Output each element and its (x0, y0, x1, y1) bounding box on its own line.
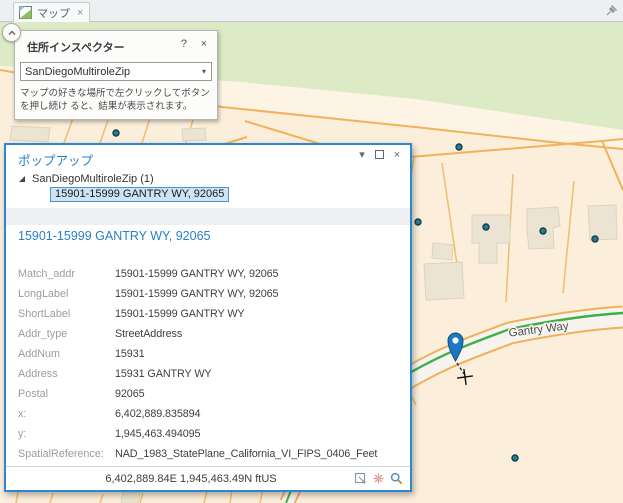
tab-close-icon[interactable]: × (77, 7, 83, 19)
popup-divider-band (6, 208, 410, 225)
popup-title: ポップアップ (18, 150, 93, 169)
select-extent-icon[interactable] (354, 472, 367, 485)
field-value: 1,945,463.494095 (115, 428, 200, 440)
close-icon[interactable]: × (201, 38, 207, 50)
chevron-down-icon: ▾ (197, 67, 211, 76)
field-value: 92065 (115, 388, 145, 400)
field-label: y: (18, 428, 115, 440)
table-row: Match_addr 15901-15999 GANTRY WY, 92065 (18, 264, 410, 284)
field-label: Match_addr (18, 268, 115, 280)
chevron-up-icon (6, 27, 18, 39)
coordinates-readout: 6,402,889.84E 1,945,463.49N ftUS (66, 473, 316, 485)
table-row: y: 1,945,463.494095 (18, 424, 410, 444)
field-value: 15901-15999 GANTRY WY (115, 308, 245, 320)
table-row: Postal 92065 (18, 384, 410, 404)
tab-map-label: マップ (37, 5, 70, 21)
field-label: SpatialReference: (18, 448, 115, 460)
field-value: 15931 GANTRY WY (115, 368, 212, 380)
field-value: 15901-15999 GANTRY WY, 92065 (115, 268, 278, 280)
map-tab-icon (19, 6, 32, 19)
field-label: LongLabel (18, 288, 115, 300)
field-value: StreetAddress (115, 328, 182, 340)
popup-result-heading: 15901-15999 GANTRY WY, 92065 (18, 229, 211, 243)
attribute-table: Match_addr 15901-15999 GANTRY WY, 92065 … (18, 264, 410, 464)
table-row: LongLabel 15901-15999 GANTRY WY, 92065 (18, 284, 410, 304)
address-inspector-title: 住所インスペクター (27, 39, 125, 55)
field-label: ShortLabel (18, 308, 115, 320)
field-label: x: (18, 408, 115, 420)
address-inspector-panel: 住所インスペクター ? × SanDiegoMultiroleZip ▾ マップ… (14, 30, 218, 120)
table-row: ShortLabel 15901-15999 GANTRY WY (18, 304, 410, 324)
field-label: Addr_type (18, 328, 115, 340)
collapse-panel-button[interactable] (2, 23, 21, 42)
field-value: 6,402,889.835894 (115, 408, 200, 420)
locator-dropdown[interactable]: SanDiegoMultiroleZip ▾ (20, 62, 212, 81)
table-row: SpatialReference: NAD_1983_StatePlane_Ca… (18, 444, 410, 464)
table-row: Address 15931 GANTRY WY (18, 364, 410, 384)
field-label: Postal (18, 388, 115, 400)
popup-close-icon[interactable]: × (390, 149, 404, 161)
table-row: Addr_type StreetAddress (18, 324, 410, 344)
hint-line-2: ると、結果が表示されます。 (70, 101, 192, 112)
tree-selected-item[interactable]: 15901-15999 GANTRY WY, 92065 (50, 187, 229, 202)
field-label: AddNum (18, 348, 115, 360)
help-icon[interactable]: ? (181, 38, 187, 50)
popup-menu-icon[interactable]: ▾ (355, 148, 369, 161)
popup-maximize-icon[interactable] (375, 150, 384, 159)
pushpin-icon[interactable] (605, 4, 618, 17)
zoom-to-icon[interactable] (390, 472, 403, 485)
popup-tree-group[interactable]: SanDiegoMultiroleZip (1) (18, 173, 154, 185)
field-value: NAD_1983_StatePlane_California_VI_FIPS_0… (115, 448, 377, 460)
view-tab-bar: マップ × (0, 0, 623, 22)
flash-location-icon[interactable] (372, 472, 385, 485)
locator-dropdown-value: SanDiegoMultiroleZip (21, 66, 197, 78)
tab-map[interactable]: マップ × (13, 2, 90, 22)
popup-status-bar: 6,402,889.84E 1,945,463.49N ftUS (6, 466, 410, 490)
field-value: 15901-15999 GANTRY WY, 92065 (115, 288, 278, 300)
table-row: AddNum 15931 (18, 344, 410, 364)
inspector-hint-text: マップの好きな場所で左クリックしてボタンを押し続け ると、結果が表示されます。 (20, 87, 216, 113)
tree-expander-icon[interactable] (18, 175, 26, 183)
popup-window: ポップアップ ▾ × SanDiegoMultiroleZip (1) 1590… (4, 143, 412, 492)
table-row: x: 6,402,889.835894 (18, 404, 410, 424)
tree-group-label: SanDiegoMultiroleZip (1) (32, 173, 154, 185)
arcgis-pro-window: Gantry Way (0, 0, 623, 503)
field-value: 15931 (115, 348, 145, 360)
field-label: Address (18, 368, 115, 380)
